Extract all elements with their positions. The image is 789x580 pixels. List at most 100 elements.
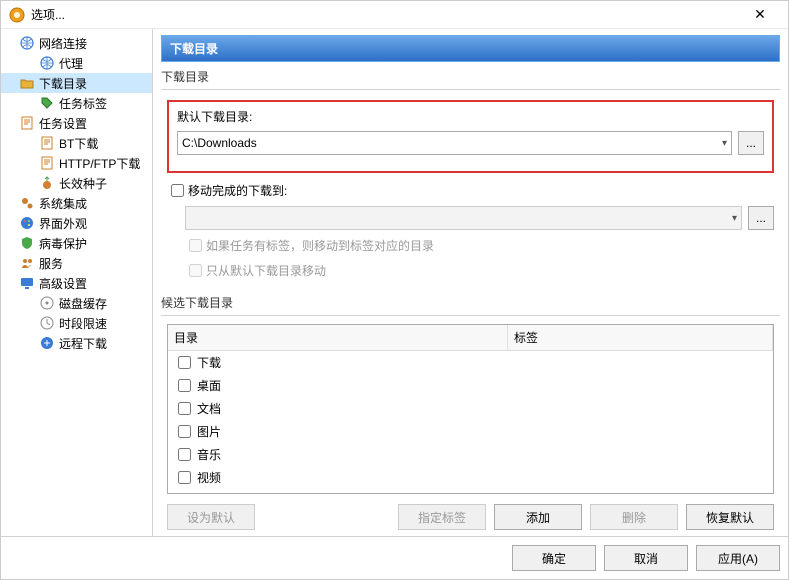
sidebar-item-5[interactable]: BT下载 [1, 133, 152, 153]
sidebar-item-label: 服务 [39, 255, 63, 272]
cancel-button[interactable]: 取消 [604, 545, 688, 571]
col-tag[interactable]: 标签 [508, 325, 773, 350]
sidebar-item-label: 病毒保护 [39, 235, 87, 252]
sidebar-item-label: 界面外观 [39, 215, 87, 232]
page-icon [19, 115, 35, 131]
close-icon[interactable]: ✕ [740, 6, 780, 23]
default-dir-highlight: 默认下载目录: C:\Downloads ▾ ... [167, 100, 774, 173]
chevron-down-icon: ▾ [732, 213, 737, 224]
candidates-legend: 候选下载目录 [161, 294, 780, 311]
page-icon [39, 135, 55, 151]
list-item[interactable]: 桌面 [168, 374, 773, 397]
group-candidates: 候选下载目录 目录 标签 下载桌面文档图片音乐视频 C:\Downloads 设为… [161, 294, 780, 536]
app-icon [9, 7, 25, 23]
titlebar: 选项... ✕ [1, 1, 788, 29]
browse-move-button[interactable]: ... [748, 206, 774, 230]
sidebar-item-13[interactable]: 磁盘缓存 [1, 293, 152, 313]
move-completed-label: 移动完成的下载到: [188, 182, 287, 199]
list-item-checkbox[interactable] [178, 471, 191, 484]
sidebar-item-label: 任务标签 [59, 95, 107, 112]
sidebar-item-2[interactable]: 下载目录 [1, 73, 152, 93]
content-pane: 下载目录 下载目录 默认下载目录: C:\Downloads ▾ .. [153, 29, 788, 536]
move-by-tag-label: 如果任务有标签，则移动到标签对应的目录 [206, 237, 434, 254]
list-item[interactable]: 下载 [168, 351, 773, 374]
move-from-default-label: 只从默认下载目录移动 [206, 262, 326, 279]
sidebar-item-label: 高级设置 [39, 275, 87, 292]
apply-button[interactable]: 应用(A) [696, 545, 780, 571]
list-item[interactable]: 文档 [168, 397, 773, 420]
sidebar-item-11[interactable]: 服务 [1, 253, 152, 273]
sidebar-item-6[interactable]: HTTP/FTP下载 [1, 153, 152, 173]
move-by-tag-checkbox: 如果任务有标签，则移动到标签对应的目录 [185, 236, 774, 255]
sidebar-item-0[interactable]: 网络连接 [1, 33, 152, 53]
list-item-checkbox[interactable] [178, 356, 191, 369]
default-dir-label: 默认下载目录: [177, 108, 252, 125]
sidebar-item-label: 时段限速 [59, 315, 107, 332]
remote-icon [39, 335, 55, 351]
group-legend: 下载目录 [161, 68, 780, 85]
globe-icon [39, 55, 55, 71]
list-item-checkbox[interactable] [178, 448, 191, 461]
restore-button[interactable]: 恢复默认 [686, 504, 774, 530]
window-title: 选项... [31, 6, 740, 23]
sidebar-tree[interactable]: 网络连接代理下载目录任务标签任务设置 BT下载HTTP/FTP下载长效种子系统集成… [1, 29, 153, 536]
chevron-down-icon: ▾ [722, 138, 727, 149]
list-item-label: C:\Downloads [197, 494, 277, 495]
page-icon [39, 155, 55, 171]
monitor-icon [19, 275, 35, 291]
list-item[interactable]: 视频 [168, 466, 773, 489]
list-item-checkbox[interactable] [178, 379, 191, 392]
folder-icon [19, 75, 35, 91]
sidebar-item-7[interactable]: 长效种子 [1, 173, 152, 193]
list-item-checkbox[interactable] [178, 402, 191, 415]
move-from-default-input [189, 264, 202, 277]
palette-icon [19, 215, 35, 231]
list-item[interactable]: C:\Downloads [168, 489, 773, 494]
sidebar-item-label: 长效种子 [59, 175, 107, 192]
list-item-checkbox[interactable] [178, 425, 191, 438]
sidebar-item-10[interactable]: 病毒保护 [1, 233, 152, 253]
disk-icon [39, 295, 55, 311]
delete-button: 删除 [590, 504, 678, 530]
move-by-tag-input [189, 239, 202, 252]
shield-icon [19, 235, 35, 251]
sidebar-item-label: BT下载 [59, 135, 98, 152]
globe-icon [19, 35, 35, 51]
list-header: 目录 标签 [168, 325, 773, 351]
sidebar-item-9[interactable]: 界面外观 [1, 213, 152, 233]
add-button[interactable]: 添加 [494, 504, 582, 530]
browse-default-button[interactable]: ... [738, 131, 764, 155]
dialog-footer: 确定 取消 应用(A) [1, 536, 788, 579]
sidebar-item-1[interactable]: 代理 [1, 53, 152, 73]
sidebar-item-12[interactable]: 高级设置 [1, 273, 152, 293]
sidebar-item-label: 磁盘缓存 [59, 295, 107, 312]
sidebar-item-14[interactable]: 时段限速 [1, 313, 152, 333]
assign-tag-button: 指定标签 [398, 504, 486, 530]
sidebar-item-label: 系统集成 [39, 195, 87, 212]
sidebar-item-8[interactable]: 系统集成 [1, 193, 152, 213]
sidebar-item-label: 下载目录 [39, 75, 87, 92]
move-completed-input[interactable] [171, 184, 184, 197]
candidates-list[interactable]: 目录 标签 下载桌面文档图片音乐视频 C:\Downloads [167, 324, 774, 494]
body: 网络连接代理下载目录任务标签任务设置BT下载HTTP/FTP下载长效种子系统集成… [1, 29, 788, 536]
list-item-label: 下载 [197, 354, 221, 371]
section-header: 下载目录 [161, 35, 780, 62]
list-item[interactable]: 图片 [168, 420, 773, 443]
candidate-buttons: 设为默认 指定标签 添加 删除 恢复默认 [167, 504, 774, 530]
seed-icon [39, 175, 55, 191]
move-completed-checkbox[interactable]: 移动完成的下载到: [167, 181, 774, 200]
sidebar-item-15[interactable]: 远程下载 [1, 333, 152, 353]
gears-icon [19, 195, 35, 211]
sidebar-item-label: 代理 [59, 55, 83, 72]
group-download-dir: 下载目录 默认下载目录: C:\Downloads ▾ ... [161, 68, 780, 288]
list-item[interactable]: 音乐 [168, 443, 773, 466]
set-default-button: 设为默认 [167, 504, 255, 530]
sidebar-item-3[interactable]: 任务标签 [1, 93, 152, 113]
ok-button[interactable]: 确定 [512, 545, 596, 571]
tag-icon [39, 95, 55, 111]
col-dir[interactable]: 目录 [168, 325, 508, 350]
default-dir-combo[interactable]: C:\Downloads ▾ [177, 131, 732, 155]
list-item-label: 音乐 [197, 446, 221, 463]
default-dir-value: C:\Downloads [182, 136, 257, 150]
sidebar-item-4[interactable]: 任务设置 [1, 113, 152, 133]
